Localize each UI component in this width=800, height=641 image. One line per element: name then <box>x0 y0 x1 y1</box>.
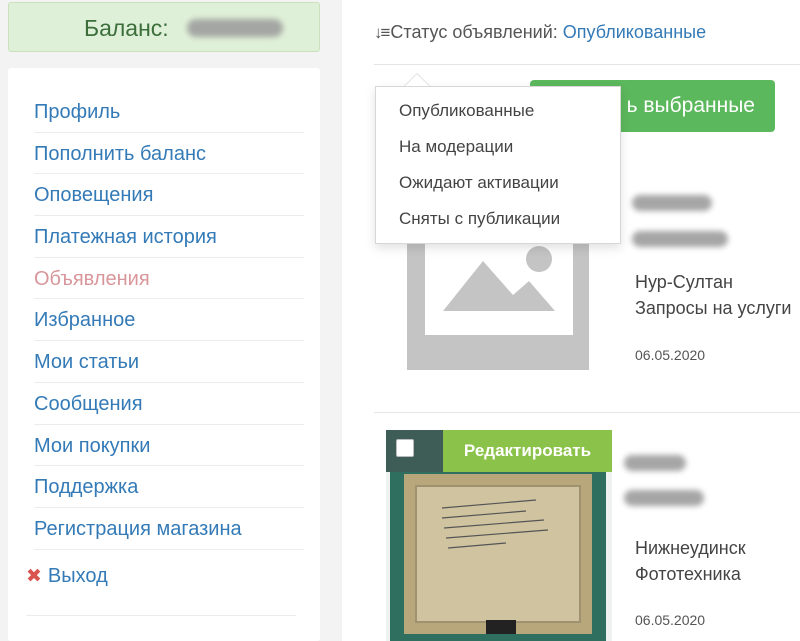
edit-bar: Редактировать <box>386 430 612 472</box>
balance-label: Баланс: <box>84 15 169 41</box>
sidebar-item-my-articles[interactable]: Мои статьи <box>34 341 304 383</box>
sidebar-item-top-up-balance[interactable]: Пополнить баланс <box>34 133 304 175</box>
sidebar-item-profile[interactable]: Профиль <box>34 91 304 133</box>
edit-button[interactable]: Редактировать <box>443 430 612 472</box>
sidebar-item-payment-history[interactable]: Платежная история <box>34 216 304 258</box>
divider <box>26 615 296 616</box>
close-icon: ✖ <box>26 566 42 587</box>
sidebar-nav: Профиль Пополнить баланс Оповещения Плат… <box>34 91 304 550</box>
sort-icon: ↓≡ <box>374 23 390 42</box>
listing-category: Запросы на услуги <box>635 298 792 318</box>
sidebar-item-support[interactable]: Поддержка <box>34 466 304 508</box>
status-option-published[interactable]: Опубликованные <box>399 99 560 135</box>
divider <box>374 412 800 413</box>
listing-price-redacted <box>632 231 728 247</box>
status-option-awaiting-activation[interactable]: Ожидают активации <box>399 171 560 207</box>
listing-title-redacted <box>624 455 686 471</box>
status-label: Статус объявлений: <box>390 22 558 42</box>
status-option-unpublished[interactable]: Сняты с публикации <box>399 207 560 243</box>
select-checkbox[interactable] <box>386 430 443 472</box>
listing-title-redacted <box>632 195 712 211</box>
sidebar-item-notifications[interactable]: Оповещения <box>34 174 304 217</box>
listing-city: Нур-Султан <box>635 272 733 292</box>
status-filter[interactable]: ↓≡ Статус объявлений: Опубликованные <box>374 22 706 43</box>
sidebar: Профиль Пополнить баланс Оповещения Плат… <box>8 68 320 641</box>
divider <box>374 64 800 65</box>
listing-city: Нижнеудинск <box>635 538 746 558</box>
balance-amount-redacted <box>187 19 283 37</box>
logout-label: Выход <box>47 565 108 587</box>
listing-category: Фототехника <box>635 564 741 584</box>
listing-date: 06.05.2020 <box>635 347 706 363</box>
sidebar-item-ads[interactable]: Объявления <box>34 258 304 300</box>
sidebar-item-favorites[interactable]: Избранное <box>34 299 304 342</box>
balance-box: Баланс: <box>8 2 320 52</box>
checkbox-icon <box>396 439 414 457</box>
dropdown-caret <box>404 73 430 86</box>
status-option-moderation[interactable]: На модерации <box>399 135 560 171</box>
listing-date: 06.05.2020 <box>635 612 706 628</box>
sidebar-item-messages[interactable]: Сообщения <box>34 383 304 425</box>
sidebar-item-my-purchases[interactable]: Мои покупки <box>34 425 304 467</box>
status-dropdown-toggle[interactable]: Опубликованные <box>563 22 706 42</box>
listing-price-redacted <box>624 490 704 506</box>
sidebar-item-store-registration[interactable]: Регистрация магазина <box>34 508 304 550</box>
logout-link[interactable]: ✖ Выход <box>26 565 108 588</box>
status-dropdown-menu: Опубликованные На модерации Ожидают акти… <box>375 86 621 244</box>
